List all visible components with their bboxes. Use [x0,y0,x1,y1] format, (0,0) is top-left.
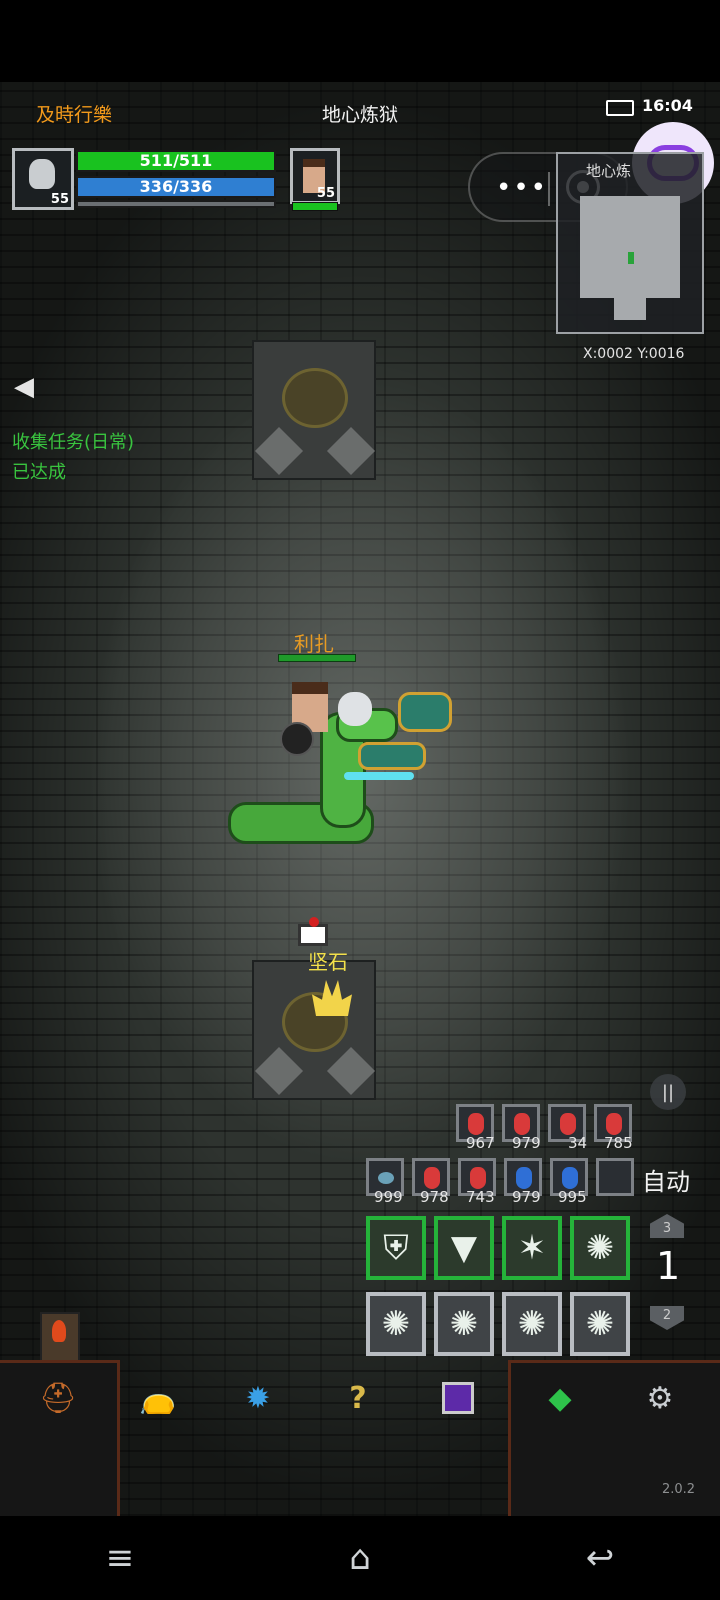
item-name: 坚石 [308,950,348,974]
back-arrow-icon[interactable]: ◀ [14,372,34,402]
companion-portrait[interactable]: 55 [290,148,340,204]
potion-count: 34 [568,1134,588,1152]
sword-glow [344,772,414,780]
minimap-room [580,196,680,298]
gem-icon[interactable]: ◆ [540,1378,580,1418]
page-down-button[interactable]: 2 [650,1306,684,1330]
minimap[interactable]: 地心炼 [556,152,704,334]
skill-slot[interactable]: ✺ [570,1292,630,1356]
menu-icon[interactable]: ≡ [80,1528,160,1588]
potion-count: 978 [420,1188,449,1206]
potion-count: 999 [374,1188,403,1206]
help-icon[interactable]: ? [338,1378,378,1418]
status-bar [0,0,720,82]
empty-skill-icon: ✺ [517,1304,547,1344]
system-nav-bar: ≡ ⌂ ↩ [0,1516,720,1600]
skill-slot[interactable]: ✺ [502,1292,562,1356]
version-label: 2.0.2 [662,1482,696,1497]
fish-icon [378,1172,394,1184]
bag-icon[interactable]: 👝 [138,1378,178,1418]
stone-pedestal-top [252,340,376,480]
book-icon[interactable] [438,1378,478,1418]
skill-slot[interactable]: ▼ [434,1216,494,1280]
potion-count: 785 [604,1134,633,1152]
chest-icon[interactable] [298,917,328,946]
red-potion-icon [514,1113,530,1135]
pause-button[interactable]: || [650,1074,686,1110]
red-potion-icon [560,1113,576,1135]
crystal-icon[interactable]: ✹ [238,1378,278,1418]
battery-icon [606,100,634,116]
whirlwind-skill-icon: ▼ [450,1228,478,1268]
pedestal-seal [282,368,348,428]
empty-slot[interactable] [596,1158,634,1196]
red-potion-icon [424,1167,440,1189]
companion-shield [280,722,314,756]
empty-skill-icon: ✺ [449,1304,479,1344]
dragon-head [398,692,452,732]
auto-button[interactable]: 自动 [642,1162,690,1197]
player-face [29,159,55,189]
blue-potion-icon [562,1167,578,1189]
player-character[interactable] [228,682,452,942]
skill-page-number: 1 [656,1244,681,1288]
empty-skill-icon: ✺ [381,1304,411,1344]
red-potion-icon [468,1113,484,1135]
mp-text: 336/336 [139,177,213,196]
slab [254,426,304,476]
coordinates: X:0002 Y:0016 [583,346,685,362]
companion-level: 55 [316,186,335,201]
red-potion-icon [470,1167,486,1189]
empty-skill-icon: ✺ [585,1304,615,1344]
home-icon[interactable]: ⌂ [320,1528,400,1588]
skill-slot[interactable]: ✶ [502,1216,562,1280]
hero-sprite [338,692,372,726]
page-up-button[interactable]: 3 [650,1214,684,1238]
quest-title[interactable]: 收集任务(日常) [12,428,134,454]
potion-count: 979 [512,1188,541,1206]
settings-icon[interactable]: ⚙ [640,1378,680,1418]
skill-slot[interactable]: ⛨ [366,1216,426,1280]
map-name: 地心炼狱 [322,104,399,126]
minimap-corridor [614,298,646,320]
potion-count: 743 [466,1188,495,1206]
companion-hp-bar [292,202,338,211]
game-viewport[interactable]: 及時行樂 地心炼狱 16:04 55 511/511 336/336 55 ••… [0,82,720,1516]
minimap-player-marker [628,252,634,264]
player-portrait[interactable]: 55 [12,148,74,210]
potion-count: 995 [558,1188,587,1206]
more-icon[interactable]: ••• [496,175,548,201]
hp-text: 511/511 [139,151,213,170]
skill-slot[interactable]: ✺ [570,1216,630,1280]
red-potion-icon [606,1113,622,1135]
capsule-divider [548,172,550,206]
slab [254,1046,304,1096]
slab [326,426,376,476]
radiant-skill-icon: ✺ [585,1228,615,1268]
minimap-label: 地心炼 [586,162,632,180]
quest-status: 已达成 [12,462,66,483]
dragon-body [358,742,426,770]
npc-name: 利扎 [294,632,334,656]
shield-skill-icon: ⛨ [383,1228,409,1268]
exp-bar [76,200,276,208]
skill-slot[interactable]: ✺ [434,1292,494,1356]
stone-pedestal-bottom [252,960,376,1100]
player-hp-bar: 511/511 [76,150,276,172]
torch-left [40,1312,80,1366]
potion-count: 979 [512,1134,541,1152]
skill-slot[interactable]: ✺ [366,1292,426,1356]
star-burst-skill-icon: ✶ [517,1228,547,1268]
helmet-icon[interactable]: ⛑ [38,1378,78,1418]
potion-count: 967 [466,1134,495,1152]
npc-hp-bar [278,654,356,662]
clock: 16:04 [642,96,693,115]
guild-name: 及時行樂 [36,104,113,126]
blue-potion-icon [516,1167,532,1189]
player-mp-bar: 336/336 [76,176,276,198]
companion-hp-fill [293,203,337,210]
back-icon[interactable]: ↩ [560,1528,640,1588]
slab [326,1046,376,1096]
player-level: 55 [50,192,69,207]
